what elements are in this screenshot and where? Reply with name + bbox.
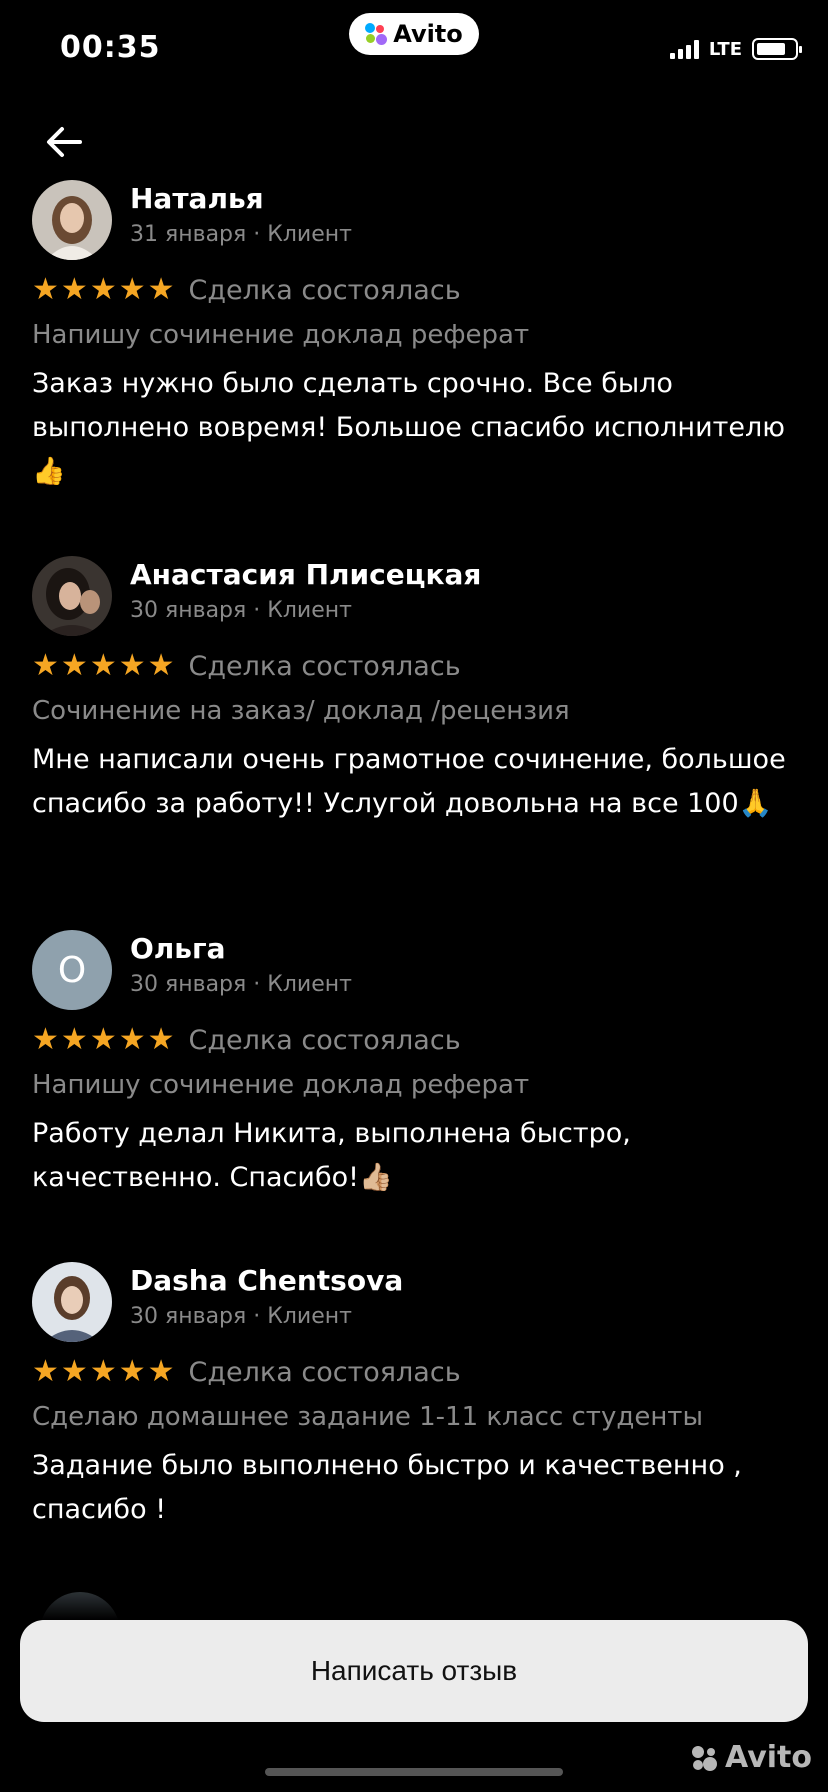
star-icon: ★: [89, 648, 117, 683]
star-icon: ★: [32, 648, 59, 683]
status-bar: 00:35 Avito LTE: [0, 0, 828, 100]
avatar[interactable]: [32, 180, 112, 260]
bottom-fade: [0, 1560, 828, 1620]
star-icon: ★: [118, 648, 146, 683]
review-date: 31 января · Клиент: [130, 222, 352, 247]
star-icon: ★: [60, 1022, 88, 1057]
watermark-label: Avito: [725, 1740, 812, 1775]
rating-row: ★ ★ ★ ★ ★ Сделка состоялась: [32, 1356, 461, 1388]
home-indicator[interactable]: [265, 1768, 563, 1776]
status-time: 00:35: [60, 30, 161, 65]
watermark: Avito: [689, 1740, 812, 1775]
star-icon: ★: [147, 272, 175, 307]
star-icon: ★: [60, 272, 88, 307]
service-title[interactable]: Напишу сочинение доклад реферат: [32, 1070, 529, 1100]
review-date: 30 января · Клиент: [130, 598, 352, 623]
star-icon: ★: [32, 1022, 59, 1057]
write-review-button[interactable]: Написать отзыв: [20, 1620, 808, 1722]
star-icon: ★: [118, 1354, 146, 1389]
reviewer-name[interactable]: Dasha Chentsova: [130, 1264, 403, 1297]
avatar[interactable]: [32, 556, 112, 636]
service-title[interactable]: Сделаю домашнее задание 1-11 класс студе…: [32, 1402, 703, 1432]
star-icon: ★: [147, 1022, 175, 1057]
star-rating: ★ ★ ★ ★ ★: [32, 274, 175, 306]
star-icon: ★: [89, 1022, 117, 1057]
star-icon: ★: [89, 1354, 117, 1389]
star-icon: ★: [60, 1354, 88, 1389]
status-indicators: LTE: [669, 38, 802, 60]
avatar[interactable]: [32, 1262, 112, 1342]
deal-status: Сделка состоялась: [188, 274, 461, 306]
back-button[interactable]: [40, 118, 88, 166]
deal-status: Сделка состоялась: [188, 1356, 461, 1388]
star-icon: ★: [118, 272, 146, 307]
avito-logo-icon: [692, 1745, 718, 1771]
review-date: 30 января · Клиент: [130, 1304, 352, 1329]
battery-icon: [752, 38, 802, 60]
rating-row: ★ ★ ★ ★ ★ Сделка состоялась: [32, 650, 461, 682]
star-icon: ★: [60, 648, 88, 683]
avatar-photo: [32, 180, 112, 260]
review-text: Работу делал Никита, выполнена быстро, к…: [32, 1118, 631, 1193]
network-type: LTE: [708, 38, 742, 60]
avito-badge-label: Avito: [393, 20, 463, 48]
star-rating: ★ ★ ★ ★ ★: [32, 1024, 175, 1056]
avatar-photo: [32, 556, 112, 636]
service-title[interactable]: Сочинение на заказ/ доклад /рецензия: [32, 696, 570, 726]
avatar[interactable]: О: [32, 930, 112, 1010]
rating-row: ★ ★ ★ ★ ★ Сделка состоялась: [32, 1024, 461, 1056]
star-rating: ★ ★ ★ ★ ★: [32, 1356, 175, 1388]
deal-status: Сделка состоялась: [188, 1024, 461, 1056]
service-title[interactable]: Напишу сочинение доклад реферат: [32, 320, 529, 350]
star-icon: ★: [89, 272, 117, 307]
avito-logo-icon: [365, 23, 388, 45]
reviewer-name[interactable]: Наталья: [130, 182, 264, 215]
star-icon: ★: [147, 648, 175, 683]
avito-badge[interactable]: Avito: [349, 13, 479, 55]
reviewer-name[interactable]: Ольга: [130, 932, 226, 965]
review-date: 30 января · Клиент: [130, 972, 352, 997]
star-icon: ★: [118, 1022, 146, 1057]
star-icon: ★: [147, 1354, 175, 1389]
review-text: Задание было выполнено быстро и качестве…: [32, 1450, 742, 1525]
star-icon: ★: [32, 1354, 59, 1389]
review-text: Мне написали очень грамотное сочинение, …: [32, 744, 786, 819]
review-text: Заказ нужно было сделать срочно. Все был…: [32, 368, 785, 487]
signal-icon: [669, 39, 699, 59]
arrow-left-icon: [47, 127, 82, 157]
star-rating: ★ ★ ★ ★ ★: [32, 650, 175, 682]
deal-status: Сделка состоялась: [188, 650, 461, 682]
avatar-photo: [32, 1262, 112, 1342]
rating-row: ★ ★ ★ ★ ★ Сделка состоялась: [32, 274, 461, 306]
reviewer-name[interactable]: Анастасия Плисецкая: [130, 558, 481, 591]
star-icon: ★: [32, 272, 59, 307]
